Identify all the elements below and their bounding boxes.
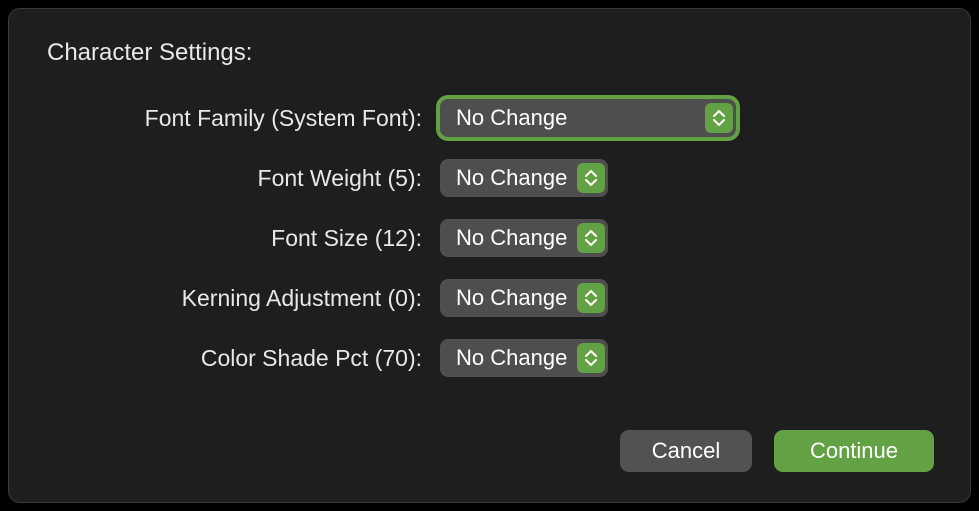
font-weight-row: Font Weight (5): No Change bbox=[45, 159, 934, 197]
updown-icon bbox=[577, 223, 605, 253]
continue-button[interactable]: Continue bbox=[774, 430, 934, 472]
font-family-label: Font Family (System Font): bbox=[45, 105, 440, 132]
kerning-label: Kerning Adjustment (0): bbox=[45, 285, 440, 312]
updown-icon bbox=[577, 283, 605, 313]
font-family-select[interactable]: No Change bbox=[440, 99, 736, 137]
settings-form: Font Family (System Font): No Change Fon… bbox=[45, 99, 934, 377]
font-weight-value: No Change bbox=[456, 165, 567, 191]
kerning-row: Kerning Adjustment (0): No Change bbox=[45, 279, 934, 317]
font-family-row: Font Family (System Font): No Change bbox=[45, 99, 934, 137]
dialog-footer: Cancel Continue bbox=[620, 430, 934, 472]
font-family-value: No Change bbox=[456, 105, 695, 131]
font-size-value: No Change bbox=[456, 225, 567, 251]
font-size-label: Font Size (12): bbox=[45, 225, 440, 252]
color-shade-value: No Change bbox=[456, 345, 567, 371]
font-size-row: Font Size (12): No Change bbox=[45, 219, 934, 257]
color-shade-label: Color Shade Pct (70): bbox=[45, 345, 440, 372]
font-weight-select[interactable]: No Change bbox=[440, 159, 608, 197]
font-weight-label: Font Weight (5): bbox=[45, 165, 440, 192]
updown-icon bbox=[577, 343, 605, 373]
color-shade-select[interactable]: No Change bbox=[440, 339, 608, 377]
dialog-title: Character Settings: bbox=[47, 39, 934, 67]
kerning-select[interactable]: No Change bbox=[440, 279, 608, 317]
character-settings-dialog: Character Settings: Font Family (System … bbox=[8, 8, 971, 503]
updown-icon bbox=[577, 163, 605, 193]
color-shade-row: Color Shade Pct (70): No Change bbox=[45, 339, 934, 377]
updown-icon bbox=[705, 103, 733, 133]
font-size-select[interactable]: No Change bbox=[440, 219, 608, 257]
cancel-button[interactable]: Cancel bbox=[620, 430, 752, 472]
kerning-value: No Change bbox=[456, 285, 567, 311]
